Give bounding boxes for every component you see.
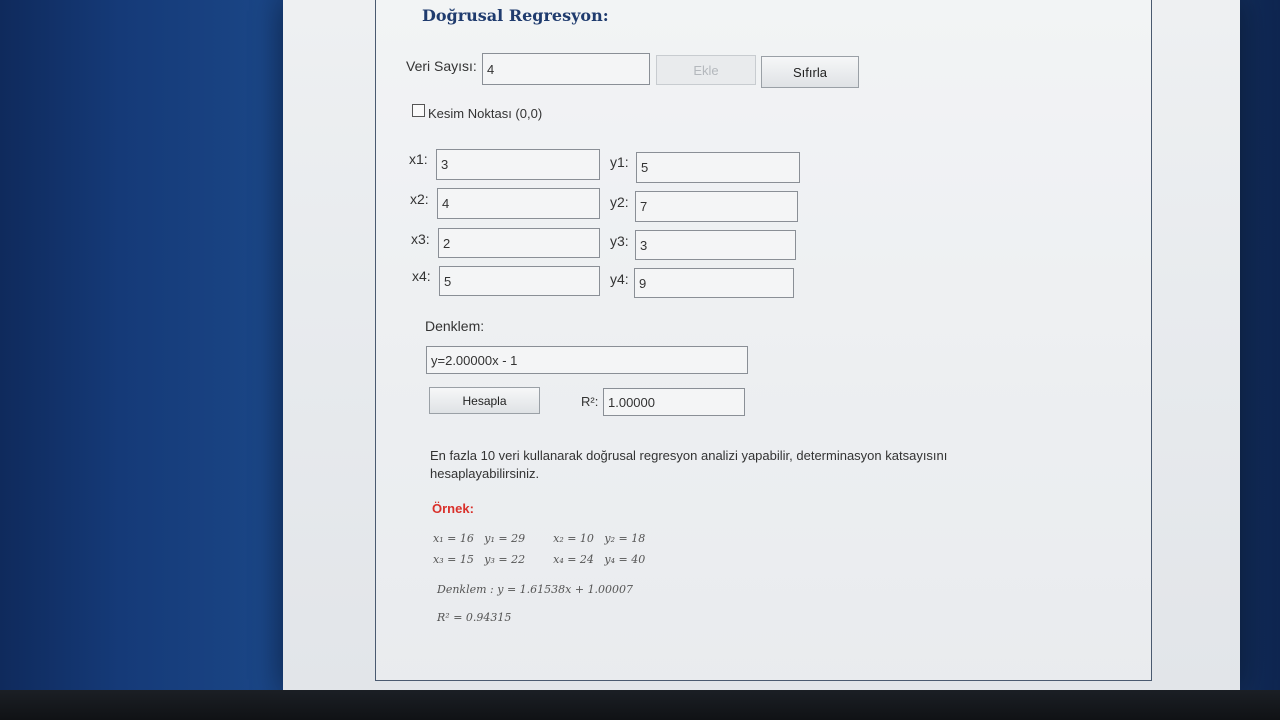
sifirla-button[interactable]: Sıfırla (761, 56, 859, 88)
x1-label: x1: (409, 151, 428, 167)
denklem-label: Denklem: (425, 318, 485, 334)
calculator-panel (375, 0, 1152, 681)
x4-input[interactable]: 5 (439, 266, 600, 296)
x1-input[interactable]: 3 (436, 149, 600, 180)
r2-output[interactable]: 1.00000 (603, 388, 745, 416)
description-text: En fazla 10 veri kullanarak doğrusal reg… (430, 448, 948, 481)
r2-label: R²: (581, 394, 599, 409)
hesapla-button[interactable]: Hesapla (429, 387, 540, 414)
y2-input[interactable]: 7 (635, 191, 798, 222)
veri-sayisi-label: Veri Sayısı: (406, 58, 477, 74)
x4-label: x4: (412, 268, 431, 284)
x2-label: x2: (410, 191, 429, 207)
kesim-noktasi-label: Kesim Noktası (0,0) (428, 106, 543, 121)
veri-sayisi-input[interactable]: 4 (482, 53, 650, 85)
example-r2: R² = 0.94315 (437, 611, 512, 624)
y1-label: y1: (610, 154, 629, 170)
example-title: Örnek: (432, 501, 474, 516)
x3-input[interactable]: 2 (438, 228, 600, 258)
y1-input[interactable]: 5 (636, 152, 800, 183)
example-equation: Denklem : y = 1.61538x + 1.00007 (437, 583, 634, 596)
taskbar (0, 690, 1280, 720)
denklem-output[interactable]: y=2.00000x - 1 (426, 346, 748, 374)
y3-input[interactable]: 3 (635, 230, 796, 260)
ekle-button[interactable]: Ekle (656, 55, 756, 85)
x2-input[interactable]: 4 (437, 188, 600, 219)
example-values-line-2: x₃ = 15 y₃ = 22 x₄ = 24 y₄ = 40 (433, 553, 646, 566)
page-title: Doğrusal Regresyon: (422, 6, 609, 25)
y3-label: y3: (610, 233, 629, 249)
y4-input[interactable]: 9 (634, 268, 794, 298)
y4-label: y4: (610, 271, 629, 287)
kesim-noktasi-checkbox[interactable] (412, 104, 425, 117)
x3-label: x3: (411, 231, 430, 247)
y2-label: y2: (610, 194, 629, 210)
example-values-line-1: x₁ = 16 y₁ = 29 x₂ = 10 y₂ = 18 (433, 532, 646, 545)
